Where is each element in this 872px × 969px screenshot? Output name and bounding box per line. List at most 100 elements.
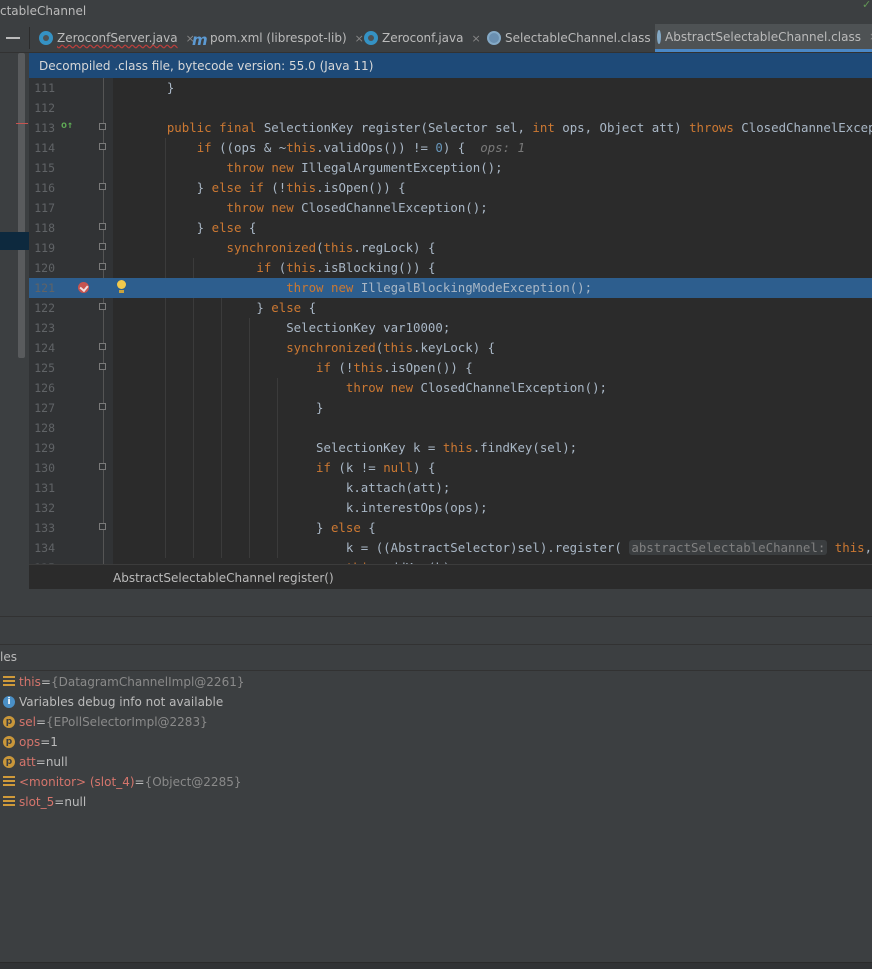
code-line[interactable]: 128 [29, 418, 872, 438]
breadcrumb: AbstractSelectableChannel › register() [29, 564, 872, 589]
fold-toggle-icon[interactable] [99, 523, 106, 530]
intention-bulb-icon[interactable] [117, 280, 126, 293]
line-number[interactable]: 121 [29, 281, 55, 295]
tab-label: pom.xml (librespot-lib) [210, 31, 347, 45]
code-line[interactable]: 134 k = ((AbstractSelector)sel).register… [29, 538, 872, 558]
code-line[interactable]: 127 } [29, 398, 872, 418]
variable-value: {EPollSelectorImpl@2283} [46, 715, 208, 729]
variable-row[interactable]: p ops = 1 [0, 732, 58, 752]
code-line[interactable]: 123 SelectionKey var10000; [29, 318, 872, 338]
title-bar: ctableChannel ✓ [0, 0, 872, 24]
line-number[interactable]: 124 [29, 341, 55, 355]
line-number[interactable]: 116 [29, 181, 55, 195]
code-line[interactable]: 132 k.interestOps(ops); [29, 498, 872, 518]
fold-toggle-icon[interactable] [99, 363, 106, 370]
code-line[interactable]: 113 o↑ public final SelectionKey register… [29, 118, 872, 138]
line-number[interactable]: 122 [29, 301, 55, 315]
fold-toggle-icon[interactable] [99, 123, 106, 130]
info-icon: i [3, 696, 15, 708]
line-number[interactable]: 125 [29, 361, 55, 375]
line-number[interactable]: 111 [29, 81, 55, 95]
line-number[interactable]: 115 [29, 161, 55, 175]
line-number[interactable]: 123 [29, 321, 55, 335]
code-text: synchronized(this.regLock) { [226, 240, 436, 255]
overrides-method-icon[interactable]: o↑ [61, 120, 73, 131]
code-line[interactable]: 111 } [29, 78, 872, 98]
code-line[interactable]: 129 SelectionKey k = this.findKey(sel); [29, 438, 872, 458]
variable-row[interactable]: i Variables debug info not available [0, 692, 223, 712]
line-number[interactable]: 128 [29, 421, 55, 435]
code-line[interactable]: 112 [29, 98, 872, 118]
line-number[interactable]: 118 [29, 221, 55, 235]
code-text: if (this.isBlocking()) { [256, 260, 436, 275]
fold-toggle-icon[interactable] [99, 243, 106, 250]
tab-zeroconf[interactable]: Zeroconf.java × [362, 24, 481, 52]
line-number[interactable]: 120 [29, 261, 55, 275]
line-number[interactable]: 134 [29, 541, 55, 555]
line-number[interactable]: 114 [29, 141, 55, 155]
breakpoint-icon[interactable] [78, 282, 89, 293]
breadcrumb-method[interactable]: register() [278, 571, 334, 585]
line-number[interactable]: 119 [29, 241, 55, 255]
line-number[interactable]: 131 [29, 481, 55, 495]
code-line[interactable]: 118 } else { [29, 218, 872, 238]
tab-abstractselectablechannel[interactable]: AbstractSelectableChannel.class × [655, 24, 872, 52]
project-scrollbar[interactable] [18, 53, 25, 358]
code-text: synchronized(this.keyLock) { [286, 340, 496, 355]
code-line[interactable]: 115 throw new IllegalArgumentException()… [29, 158, 872, 178]
line-number[interactable]: 117 [29, 201, 55, 215]
code-line[interactable]: 126 throw new ClosedChannelException(); [29, 378, 872, 398]
code-line[interactable]: 117 throw new ClosedChannelException(); [29, 198, 872, 218]
code-line[interactable]: 125 if (!this.isOpen()) { [29, 358, 872, 378]
fold-toggle-icon[interactable] [99, 223, 106, 230]
code-text: throw new ClosedChannelException(); [345, 380, 608, 395]
fold-toggle-icon[interactable] [99, 263, 106, 270]
code-line[interactable]: 124 synchronized(this.keyLock) { [29, 338, 872, 358]
code-line[interactable]: 130 if (k != null) { [29, 458, 872, 478]
code-line[interactable]: 121 throw new IllegalBlockingModeExcepti… [29, 278, 872, 298]
java-class-icon [39, 31, 53, 45]
line-number[interactable]: 133 [29, 521, 55, 535]
field-icon [3, 676, 15, 688]
fold-toggle-icon[interactable] [99, 463, 106, 470]
line-number[interactable]: 112 [29, 101, 55, 115]
fold-toggle-icon[interactable] [99, 143, 106, 150]
tab-pom[interactable]: m pom.xml (librespot-lib) × [190, 24, 364, 52]
line-number[interactable]: 129 [29, 441, 55, 455]
variable-row[interactable]: this = {DatagramChannelImpl@2261} [0, 672, 244, 692]
code-text: throw new IllegalArgumentException(); [226, 160, 503, 175]
code-text: k.attach(att); [137, 480, 451, 495]
code-line[interactable]: 131 k.attach(att); [29, 478, 872, 498]
code-line[interactable]: 120 if (this.isBlocking()) { [29, 258, 872, 278]
variable-row[interactable]: slot_5 = null [0, 792, 86, 812]
variable-row[interactable]: p att = null [0, 752, 68, 772]
variable-row[interactable]: <monitor> (slot_4) = {Object@2285} [0, 772, 241, 792]
field-icon [3, 776, 15, 788]
line-number[interactable]: 130 [29, 461, 55, 475]
close-tab-icon[interactable]: × [471, 32, 480, 45]
variables-list: this = {DatagramChannelImpl@2261} i Variab… [0, 672, 872, 962]
line-number[interactable]: 127 [29, 401, 55, 415]
selected-tree-item[interactable] [0, 232, 29, 250]
code-line[interactable]: 122 } else { [29, 298, 872, 318]
fold-toggle-icon[interactable] [99, 403, 106, 410]
line-number[interactable]: 126 [29, 381, 55, 395]
fold-toggle-icon[interactable] [99, 183, 106, 190]
code-text: } [137, 80, 175, 95]
variable-row[interactable]: p sel = {EPollSelectorImpl@2283} [0, 712, 208, 732]
line-number[interactable]: 132 [29, 501, 55, 515]
fold-toggle-icon[interactable] [99, 343, 106, 350]
fold-toggle-icon[interactable] [99, 303, 106, 310]
code-text: k.interestOps(ops); [137, 500, 488, 515]
code-line[interactable]: 116 } else if (!this.isOpen()) { [29, 178, 872, 198]
tab-zeroconfserver[interactable]: ZeroconfServer.java × [37, 24, 195, 52]
code-editor[interactable]: 111 } 112 113 o↑ public final SelectionKey … [29, 78, 872, 564]
line-number[interactable]: 113 [29, 121, 55, 135]
code-line[interactable]: 114 if ((ops & ~this.validOps()) != 0) {… [29, 138, 872, 158]
code-text: } else if (!this.isOpen()) { [137, 180, 406, 195]
code-line[interactable]: 119 synchronized(this.regLock) { [29, 238, 872, 258]
breadcrumb-class[interactable]: AbstractSelectableChannel [113, 571, 275, 585]
tab-selectablechannel[interactable]: SelectableChannel.class × [485, 24, 668, 52]
hide-panel-button[interactable] [6, 37, 20, 39]
code-line[interactable]: 133 } else { [29, 518, 872, 538]
